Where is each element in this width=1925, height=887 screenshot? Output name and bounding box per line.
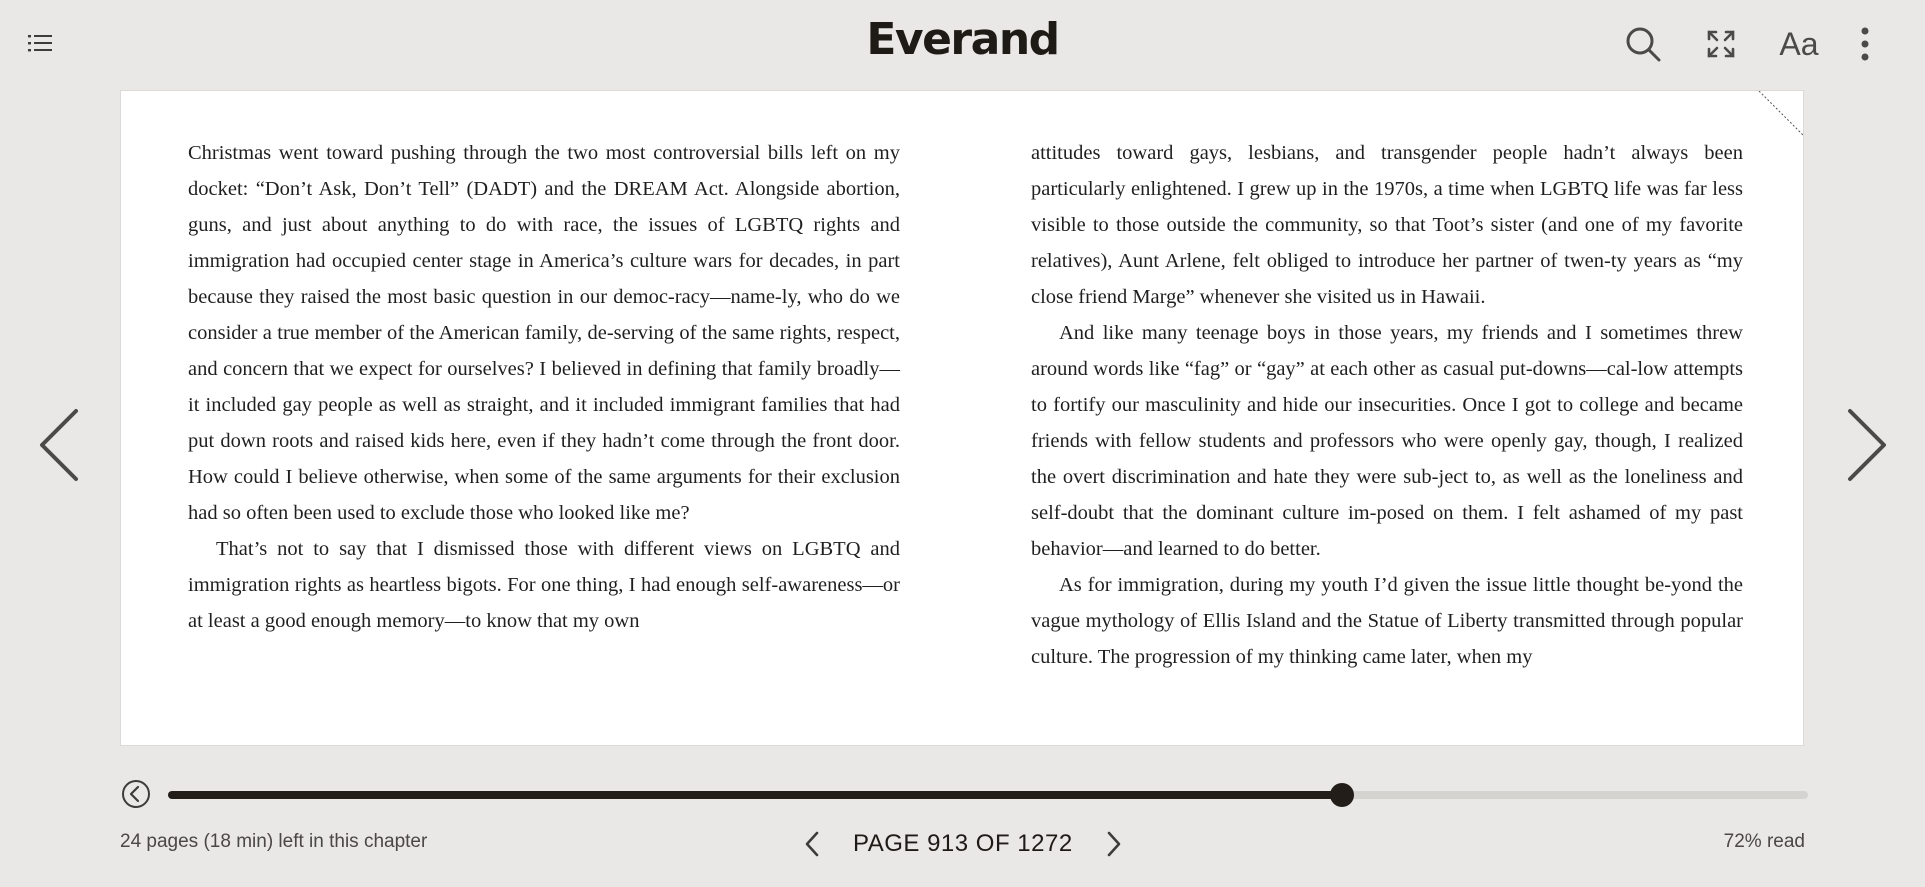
back-to-position-button[interactable] bbox=[121, 779, 151, 809]
chevron-right-icon bbox=[1107, 831, 1120, 857]
fullscreen-button[interactable] bbox=[1699, 24, 1743, 64]
progress-fill bbox=[168, 791, 1343, 799]
paragraph: Christmas went toward pushing through th… bbox=[188, 142, 900, 524]
next-page-button[interactable] bbox=[1840, 405, 1890, 485]
chevron-left-icon bbox=[40, 409, 78, 481]
font-settings-button[interactable]: Aa bbox=[1777, 24, 1821, 64]
chapter-remaining-text: 24 pages (18 min) left in this chapter bbox=[120, 831, 428, 852]
paragraph: As for immigration, during my youth I’d … bbox=[1031, 574, 1743, 668]
more-vertical-icon bbox=[1861, 27, 1869, 61]
page-navigator: PAGE 913 OF 1272 bbox=[797, 826, 1129, 862]
progress-thumb[interactable] bbox=[1330, 783, 1355, 807]
back-circle-icon bbox=[122, 780, 150, 808]
right-text-column: attitudes toward gays, lesbians, and tra… bbox=[1031, 135, 1743, 675]
more-options-button[interactable] bbox=[1843, 24, 1887, 64]
search-icon bbox=[1626, 27, 1661, 62]
paragraph: And like many teenage boys in those year… bbox=[1031, 322, 1743, 560]
search-button[interactable] bbox=[1621, 24, 1665, 64]
page-number-label: PAGE 913 OF 1272 bbox=[853, 830, 1073, 857]
paragraph: That’s not to say that I dismissed those… bbox=[188, 538, 900, 632]
previous-page-button[interactable] bbox=[36, 405, 86, 485]
left-text-column: Christmas went toward pushing through th… bbox=[188, 135, 900, 639]
book-page: Christmas went toward pushing through th… bbox=[120, 90, 1804, 746]
pager-previous-button[interactable] bbox=[797, 826, 827, 862]
chevron-left-icon bbox=[805, 831, 819, 857]
progress-slider[interactable] bbox=[168, 783, 1808, 807]
read-percentage: 72% read bbox=[1723, 831, 1805, 852]
top-bar: Everand Aa bbox=[0, 0, 1925, 90]
pager-next-button[interactable] bbox=[1099, 826, 1129, 862]
chevron-right-icon bbox=[1848, 409, 1886, 481]
page-corner-bookmark-icon[interactable] bbox=[1755, 91, 1803, 139]
font-icon: Aa bbox=[1779, 25, 1819, 62]
expand-icon bbox=[1707, 30, 1735, 58]
paragraph: attitudes toward gays, lesbians, and tra… bbox=[1031, 142, 1743, 308]
